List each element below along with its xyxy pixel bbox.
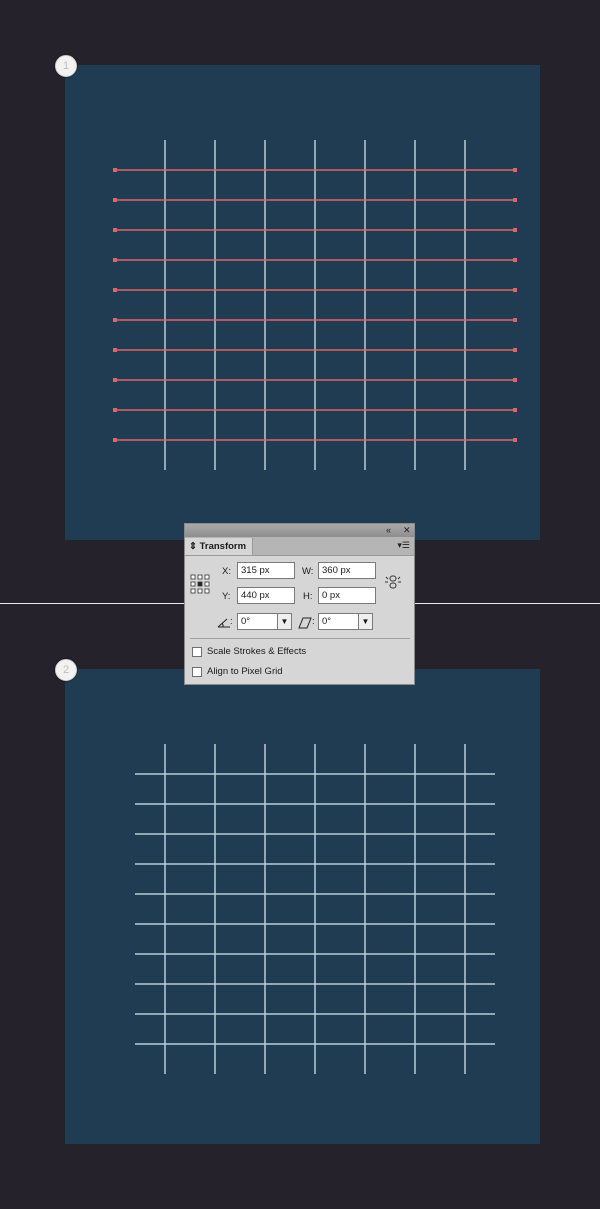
rotate-field[interactable]: 0°: [237, 613, 278, 630]
x-field[interactable]: 315 px: [237, 562, 295, 579]
rotate-dropdown[interactable]: ▼: [277, 613, 292, 630]
h-field[interactable]: 0 px: [318, 587, 376, 604]
reference-point-locator-icon[interactable]: [190, 574, 210, 594]
w-field[interactable]: 360 px: [318, 562, 376, 579]
rotate-colon: :: [230, 616, 233, 627]
double-chevron-left-icon[interactable]: «: [386, 525, 391, 536]
x-label: X:: [222, 566, 231, 577]
transform-panel: « ✕ ⇕ Transform ▾☰ X: 315 px W: 360 px Y…: [184, 523, 415, 685]
panel-menu-icon[interactable]: ▾☰: [397, 540, 410, 551]
close-icon[interactable]: ✕: [403, 525, 411, 536]
shear-field[interactable]: 0°: [318, 613, 359, 630]
shear-dropdown[interactable]: ▼: [358, 613, 373, 630]
panel-titlebar[interactable]: « ✕: [185, 524, 414, 537]
shear-colon: :: [312, 616, 315, 627]
w-label: W:: [302, 566, 314, 577]
align-pixel-grid-checkbox[interactable]: [192, 667, 202, 677]
align-pixel-grid-label: Align to Pixel Grid: [207, 666, 283, 677]
panel-separator: [190, 638, 410, 639]
h-label: H:: [303, 591, 313, 602]
tab-label: Transform: [199, 541, 247, 552]
step-badge-2: 2: [55, 659, 77, 681]
link-proportions-icon[interactable]: [384, 574, 402, 590]
panel-tab-row: ⇕ Transform ▾☰: [185, 537, 414, 556]
scale-strokes-label: Scale Strokes & Effects: [207, 646, 307, 657]
tab-updown-icon: ⇕: [189, 541, 197, 552]
y-label: Y:: [222, 591, 231, 602]
y-field[interactable]: 440 px: [237, 587, 295, 604]
tab-transform[interactable]: ⇕ Transform: [185, 538, 253, 555]
scale-strokes-checkbox[interactable]: [192, 647, 202, 657]
shear-icon: [298, 617, 312, 629]
